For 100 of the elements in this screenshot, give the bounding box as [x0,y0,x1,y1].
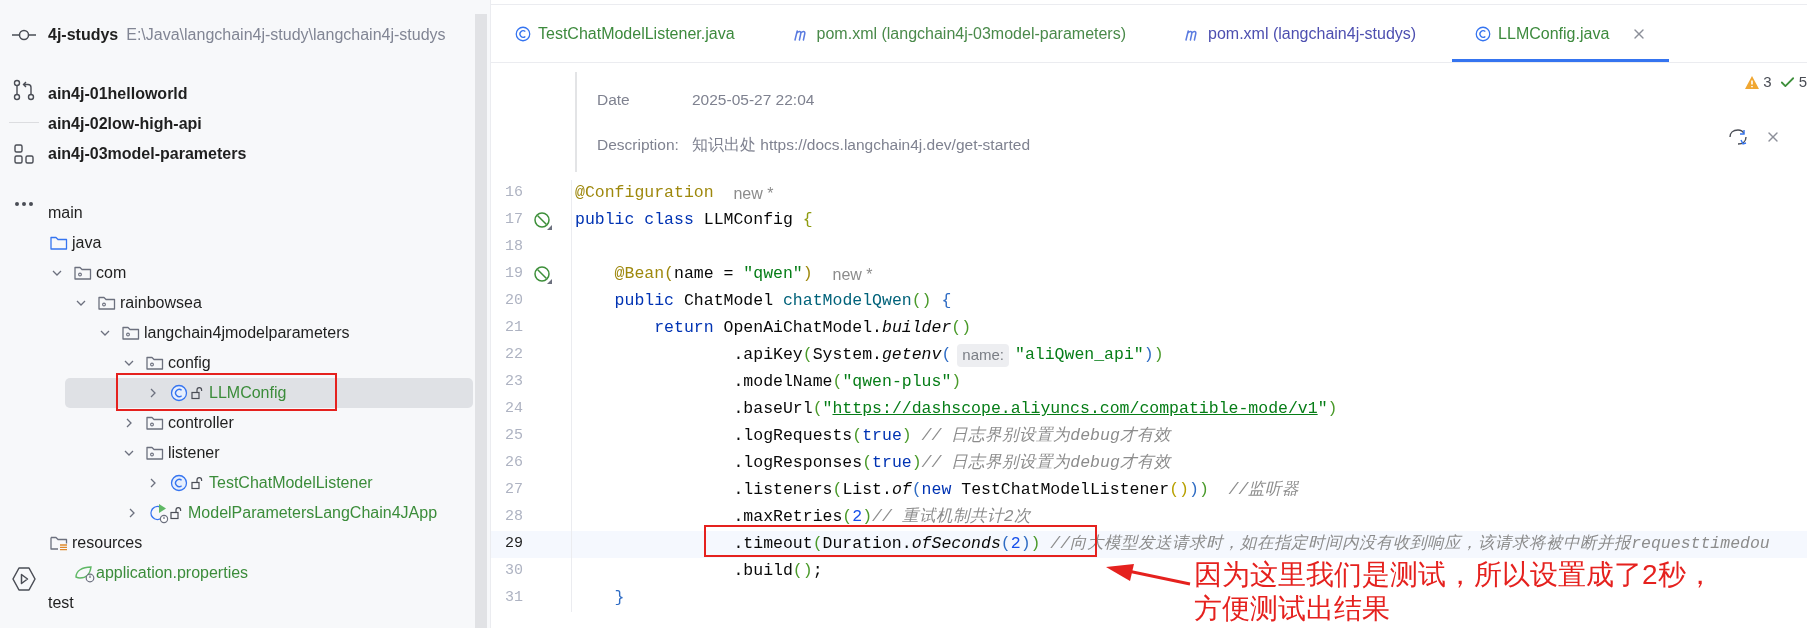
code-text: .maxRetries [733,506,843,529]
code-bracket: ( [832,479,843,502]
code-text: TestChatModelListener [961,479,1170,502]
tree-item[interactable]: ain4j-01helloworld [48,79,475,109]
editor-tab[interactable]: LLMConfig.java [1452,5,1670,62]
code-text: .listeners [733,479,833,502]
editor-tab[interactable]: pom.xml (langchain4j-studys) [1162,5,1439,62]
code-keyword: return [654,317,714,340]
code-bracket: ) [1143,344,1154,367]
code-comment: // 日志界别设置为debug才有效 [921,452,1171,475]
code-bracket: ) [951,371,962,394]
line-number: 21 [504,318,523,339]
tree-item[interactable]: rainbowsea [48,288,475,318]
warning-count: 3 [1763,72,1772,92]
tree-item[interactable]: TestChatModelListener [48,468,475,498]
resources-folder-icon [49,534,69,552]
code-text: .timeout [733,533,813,556]
code-bracket: () [792,560,813,583]
code-bracket: ) [901,425,912,448]
doc-value: 知识出处 https://docs.langchain4j.dev/get-started [692,135,1030,155]
editor-tab[interactable]: TestChatModelListener.java [492,5,757,62]
tree-item[interactable]: listener [48,438,475,468]
code-bracket: ( [802,344,813,367]
run-app-icon [148,502,170,524]
editor-tab[interactable]: pom.xml (langchain4j-03model-parameters) [770,5,1149,62]
bean-gutter-icon[interactable] [533,210,553,231]
class-icon [1474,24,1493,43]
code-text: ; [812,560,823,583]
code-keyword: public class [575,209,694,232]
folder-icon [49,234,69,252]
code-bracket: } [614,587,625,610]
tree-item[interactable]: application.properties [48,558,475,588]
code-link[interactable]: https://dashscope.aliyuncs.com/compatible-mode/v1 [832,397,1318,422]
code-text: System. [812,344,882,367]
pull-request-icon[interactable] [12,78,36,102]
line-number: 24 [504,399,523,420]
method-call: builder [882,317,952,340]
run-icon[interactable] [11,566,37,592]
tree-item[interactable]: config [48,348,475,378]
code-string: "qwen" [743,263,803,286]
method-call: of [891,479,912,502]
package-folder-icon [73,264,93,282]
code-bracket: ( [1000,533,1011,556]
tree-item[interactable]: ModelParametersLangChain4JApp [48,498,475,528]
code-comment: //监听器 [1228,479,1300,502]
code-bracket: ) [1198,479,1209,502]
tree-item[interactable]: ain4j-03model-parameters [48,139,475,169]
code-number: 2 [852,506,863,529]
package-folder-icon [121,324,141,342]
tree-item[interactable]: langchain4jmodelparameters [48,318,475,348]
code-string: " [822,398,833,421]
inlay-hint: new * [733,183,774,204]
tree-item[interactable]: test [48,588,475,618]
code-comment: // 日志界别设置为debug才有效 [921,425,1171,448]
annotation-note: 方便测试出结果 [1194,592,1391,626]
commit-icon[interactable] [11,28,37,42]
package-folder-icon [97,294,117,312]
doc-value: 2025-05-27 22:04 [692,89,815,110]
code-bracket: ( [852,425,863,448]
refresh-icon[interactable] [1727,127,1749,147]
package-folder-icon [145,354,165,372]
code-bracket: { [941,290,952,313]
code-text: .apiKey [733,344,803,367]
tree-item[interactable]: 4j-studys E:\Java\langchain4j-study\langchain4j-studys [48,20,475,50]
line-number: 30 [504,561,523,582]
tree-item[interactable]: controller [48,408,475,438]
code-bracket: ) [911,452,922,475]
code-string: "aliQwen_api" [1015,344,1144,367]
code-keyword: public [614,290,675,313]
code-bracket: ( [812,533,823,556]
code-annotation: @Configuration [575,182,714,205]
code-bracket: ( [941,344,952,367]
code-bracket: () [1169,479,1189,502]
code-bracket: ( [812,398,823,421]
line-number: 22 [504,345,523,366]
inspection-widget[interactable]: 3 5 [1744,71,1807,94]
tree-item[interactable]: resources [48,528,475,558]
code-text: Duration. [822,533,912,556]
warning-icon [1744,74,1761,90]
tree-item[interactable]: com [48,258,475,288]
package-folder-icon [145,444,165,462]
bean-gutter-icon[interactable] [533,264,553,285]
tree-item[interactable]: main [48,198,475,228]
inlay-hint: new * [832,264,873,285]
tree-item[interactable]: ain4j-02low-high-api [48,109,475,139]
class-icon [514,24,532,43]
structure-icon[interactable] [13,143,35,165]
annotation-note: 因为这里我们是测试，所以设置成了2秒， [1194,558,1714,592]
method-call: getenv [881,344,942,367]
parameter-hint: name: [957,344,1009,367]
code-bracket: ) [1327,398,1338,421]
code-text: ChatModel [683,290,774,313]
code-annotation: @Bean( [614,263,675,286]
line-number: 31 [504,588,523,609]
class-icon [169,473,189,493]
doc-label: Date [597,89,631,110]
code-text: .baseUrl [733,398,813,421]
code-bracket: ( [911,479,922,502]
tree-item[interactable]: java [48,228,475,258]
code-comment: // 重试机制共计2次 [872,506,1031,529]
